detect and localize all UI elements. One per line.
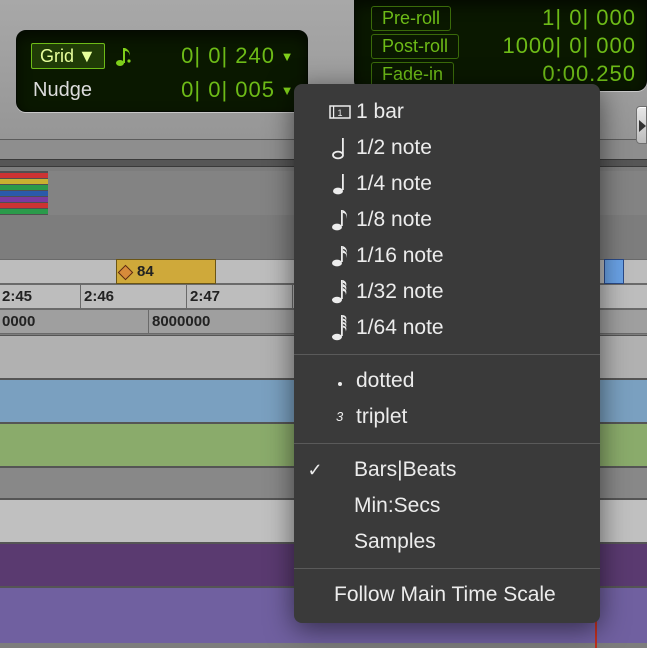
menu-separator xyxy=(294,568,600,569)
half-note-icon xyxy=(326,136,354,160)
menu-item-sixteenth-note[interactable]: 1/16 note xyxy=(294,238,600,274)
play-triangle-icon xyxy=(639,120,646,132)
grid-value[interactable]: 0| 0| 240 xyxy=(133,43,275,69)
postroll-button[interactable]: Post-roll xyxy=(371,34,459,59)
menu-item-sixtyfourth-note[interactable]: 1/64 note xyxy=(294,310,600,346)
nudge-value-menu-trigger[interactable]: ▼ xyxy=(279,83,295,98)
preroll-display: Pre-roll 1| 0| 000 Post-roll 1000| 0| 00… xyxy=(354,0,647,91)
menu-item-label: 1/32 note xyxy=(354,280,444,304)
menu-item-samples[interactable]: Samples xyxy=(294,524,600,560)
track-color-strips xyxy=(0,171,48,215)
nudge-label: Nudge xyxy=(31,79,92,102)
ruler-tick: 2:46 xyxy=(84,288,114,305)
thirtysecond-note-icon xyxy=(326,279,354,305)
menu-item-bars-beats[interactable]: ✓ Bars|Beats xyxy=(294,452,600,488)
quarter-note-icon xyxy=(326,172,354,196)
menu-item-label: 1/2 note xyxy=(354,136,432,160)
dropdown-triangle-icon: ▼ xyxy=(78,46,96,67)
menu-item-half-note[interactable]: 1/2 note xyxy=(294,130,600,166)
menu-item-label: 1 bar xyxy=(354,100,404,124)
svg-text:3: 3 xyxy=(336,409,344,424)
ruler-tick: 2:47 xyxy=(190,288,220,305)
grid-mode-label: Grid xyxy=(40,46,74,67)
sixtyfourth-note-icon xyxy=(326,314,354,342)
menu-item-label: triplet xyxy=(354,405,407,429)
eighth-note-icon xyxy=(326,208,354,232)
menu-item-label: dotted xyxy=(354,369,414,393)
dot-icon xyxy=(326,373,354,389)
menu-item-label: 1/64 note xyxy=(354,316,444,340)
marker-84[interactable]: 84 xyxy=(116,259,216,284)
toolbar-button[interactable] xyxy=(636,106,647,144)
nudge-value[interactable]: 0| 0| 005 xyxy=(92,77,275,103)
menu-item-follow-main-time-scale[interactable]: Follow Main Time Scale xyxy=(294,577,600,613)
postroll-value[interactable]: 1000| 0| 000 xyxy=(459,33,636,59)
preroll-button[interactable]: Pre-roll xyxy=(371,6,451,31)
menu-item-label: 1/16 note xyxy=(354,244,444,268)
menu-item-eighth-note[interactable]: 1/8 note xyxy=(294,202,600,238)
menu-separator xyxy=(294,354,600,355)
svg-text:1: 1 xyxy=(337,108,342,118)
menu-item-label: 1/4 note xyxy=(354,172,432,196)
marker-label: 84 xyxy=(137,263,154,280)
checkmark-icon: ✓ xyxy=(304,460,326,481)
grid-mode-button[interactable]: Grid ▼ xyxy=(31,43,105,69)
menu-item-label: Bars|Beats xyxy=(354,458,456,482)
sixteenth-note-icon xyxy=(326,244,354,268)
menu-item-dotted[interactable]: dotted xyxy=(294,363,600,399)
ruler-tick: 0000 xyxy=(2,313,35,330)
menu-item-quarter-note[interactable]: 1/4 note xyxy=(294,166,600,202)
triplet-icon: 3 xyxy=(326,408,354,426)
menu-item-label: Follow Main Time Scale xyxy=(304,583,556,607)
ruler-tick: 8000000 xyxy=(152,313,210,330)
menu-item-label: 1/8 note xyxy=(354,208,432,232)
menu-item-label: Samples xyxy=(354,530,436,554)
grid-note-icon[interactable] xyxy=(115,45,133,67)
fadein-button[interactable]: Fade-in xyxy=(371,62,454,87)
bar-icon: 1 xyxy=(326,104,354,120)
grid-nudge-display: Grid ▼ 0| 0| 240 ▼ Nudge 0| 0| 005 ▼ xyxy=(16,30,308,112)
menu-item-triplet[interactable]: 3 triplet xyxy=(294,399,600,435)
preroll-value[interactable]: 1| 0| 000 xyxy=(451,5,636,31)
marker-blue[interactable] xyxy=(604,259,624,284)
grid-value-menu: 1 1 bar 1/2 note 1/4 note 1/8 note 1/16 … xyxy=(294,84,600,623)
menu-item-label: Min:Secs xyxy=(354,494,440,518)
menu-item-thirtysecond-note[interactable]: 1/32 note xyxy=(294,274,600,310)
ruler-tick: 2:45 xyxy=(2,288,32,305)
menu-item-min-secs[interactable]: Min:Secs xyxy=(294,488,600,524)
menu-separator xyxy=(294,443,600,444)
grid-value-menu-trigger[interactable]: ▼ xyxy=(279,49,295,64)
menu-item-1-bar[interactable]: 1 1 bar xyxy=(294,94,600,130)
